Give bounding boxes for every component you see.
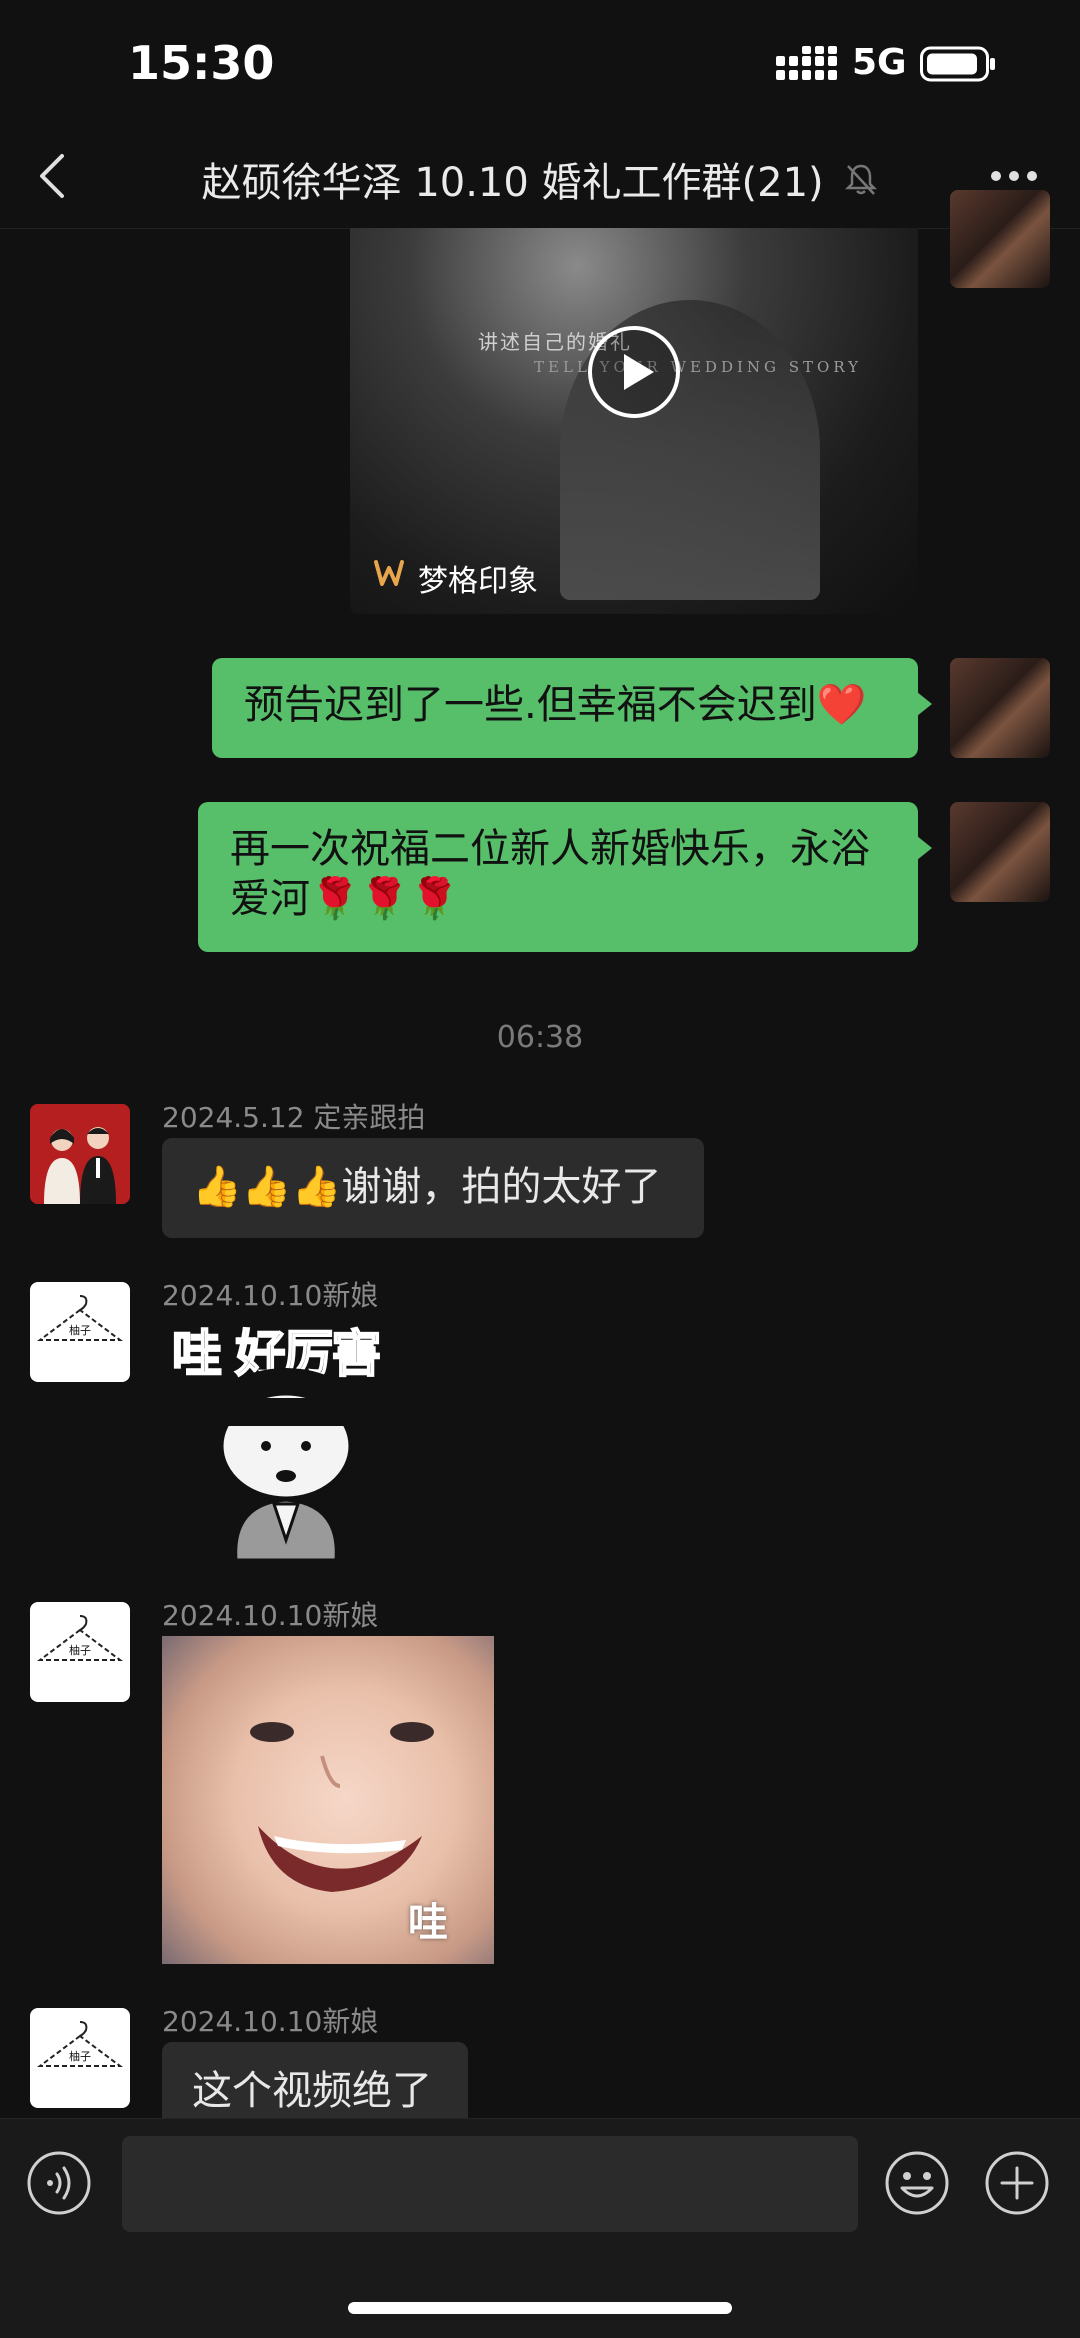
message-text: 预告迟到了一些.但幸福不会迟到❤️	[244, 682, 867, 728]
video-brand-name: 梦格印象	[418, 564, 538, 599]
add-attachment-icon[interactable]	[984, 2150, 1050, 2216]
sender-name: 2024.10.10新娘	[162, 2005, 379, 2038]
home-indicator	[348, 2302, 732, 2314]
network-type: 5G	[852, 42, 907, 83]
couple-photo-icon	[30, 1104, 130, 1204]
status-time: 15:30	[128, 36, 275, 90]
sender-name: 2024.10.10新娘	[162, 1279, 379, 1312]
message-text: 👍👍👍谢谢，拍的太好了	[192, 1164, 662, 1210]
video-caption-en: TELL YOUR WEDDING STORY	[534, 358, 863, 376]
chat-title[interactable]: 赵硕徐华泽 10.10 婚礼工作群(21)	[0, 150, 1080, 208]
brand-logo-icon	[374, 560, 404, 586]
chat-timestamp: 06:38	[496, 1020, 584, 1055]
avatar-hanger[interactable]: 柚子	[30, 2008, 130, 2108]
avatar-hanger[interactable]: 柚子	[30, 1282, 130, 1382]
sender-name: 2024.10.10新娘	[162, 1599, 379, 1632]
avatar-hanger[interactable]: 柚子	[30, 1602, 130, 1702]
message-input[interactable]	[122, 2136, 858, 2232]
message-text-line1: 再一次祝福二位新人新婚快乐，永浴	[230, 826, 870, 872]
sender-name: 2024.5.12 定亲跟拍	[162, 1101, 426, 1134]
svg-text:柚子: 柚子	[69, 1643, 91, 1657]
avatar-self[interactable]	[950, 190, 1050, 288]
message-text-line2: 爱河🌹🌹🌹	[230, 876, 460, 922]
image-caption: 哇	[408, 1900, 448, 1946]
signal-icon	[776, 46, 837, 80]
play-icon[interactable]	[586, 324, 682, 420]
muted-bell-icon	[845, 164, 878, 195]
avatar-self[interactable]	[950, 802, 1050, 902]
avatar-couple[interactable]	[30, 1104, 130, 1204]
hanger-icon: 柚子	[37, 2021, 123, 2067]
hanger-icon: 柚子	[37, 1295, 123, 1341]
battery-icon	[920, 46, 995, 82]
svg-text:柚子: 柚子	[69, 2049, 91, 2063]
more-options-icon[interactable]	[984, 158, 1044, 194]
message-bubble-self[interactable]: 预告迟到了一些.但幸福不会迟到❤️	[212, 658, 932, 758]
avatar-self[interactable]	[950, 658, 1050, 758]
svg-text:柚子: 柚子	[69, 1323, 91, 1337]
chat-title-text: 赵硕徐华泽 10.10 婚礼工作群(21)	[201, 160, 824, 206]
hanger-icon: 柚子	[37, 1615, 123, 1661]
voice-input-icon[interactable]	[26, 2150, 92, 2216]
sticker-cartoon-girl[interactable]	[196, 1364, 376, 1560]
message-text: 这个视频绝了	[192, 2068, 432, 2114]
message-bubble-other[interactable]: 👍👍👍谢谢，拍的太好了	[162, 1138, 704, 1238]
emoji-icon[interactable]	[884, 2150, 950, 2216]
message-bubble-self[interactable]: 再一次祝福二位新人新婚快乐，永浴 爱河🌹🌹🌹	[198, 802, 932, 952]
